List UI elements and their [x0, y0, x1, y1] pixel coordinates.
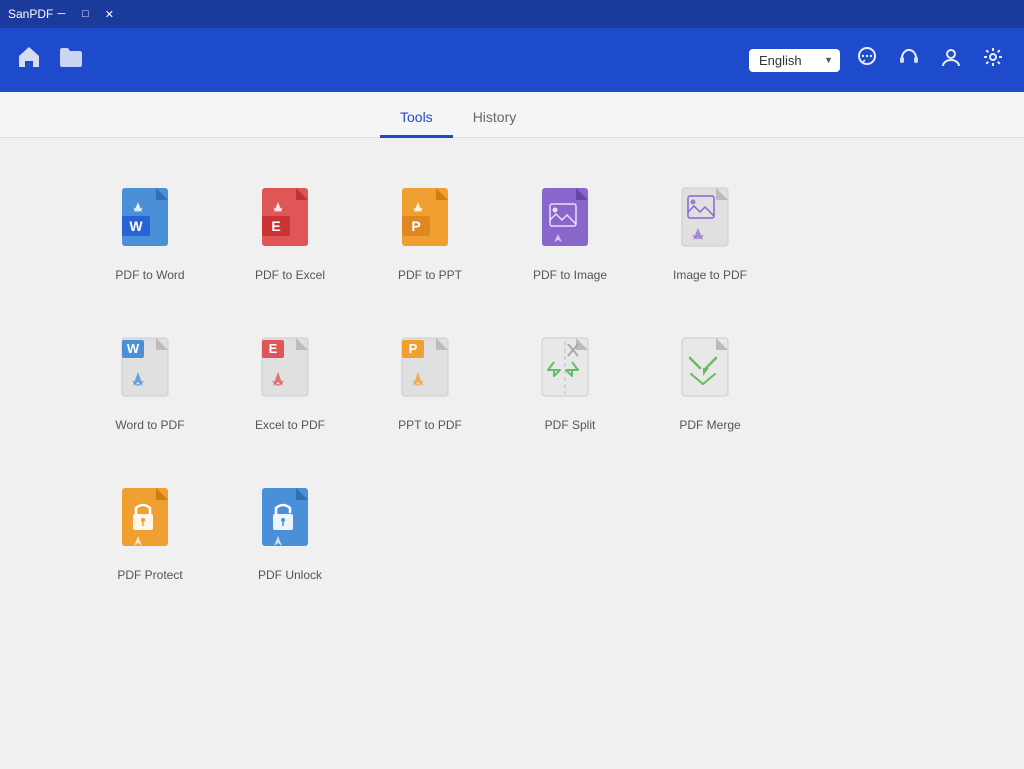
pdf-to-excel-icon: E — [254, 184, 326, 268]
settings-icon[interactable] — [978, 42, 1008, 78]
tools-grid: W PDF to Word E — [80, 168, 944, 618]
tool-pdf-unlock[interactable]: PDF Unlock — [220, 468, 360, 598]
tool-pdf-to-excel[interactable]: E PDF to Excel — [220, 168, 360, 298]
language-dropdown[interactable]: English Chinese Japanese — [749, 49, 840, 72]
tool-image-to-pdf[interactable]: Image to PDF — [640, 168, 780, 298]
word-to-pdf-label: Word to PDF — [115, 418, 184, 432]
tool-pdf-to-word[interactable]: W PDF to Word — [80, 168, 220, 298]
tab-tools[interactable]: Tools — [380, 99, 453, 138]
tool-pdf-split[interactable]: PDF Split — [500, 318, 640, 448]
tabs-bar: Tools History — [0, 92, 1024, 138]
pdf-split-icon — [534, 334, 606, 418]
tools-row-1: W Word to PDF E — [80, 318, 944, 448]
home-icon[interactable] — [16, 44, 42, 76]
image-to-pdf-label: Image to PDF — [673, 268, 747, 282]
svg-text:E: E — [271, 218, 280, 234]
main-content: W PDF to Word E — [0, 138, 1024, 769]
window-controls: ─ □ ✕ — [53, 6, 117, 22]
ppt-to-pdf-label: PPT to PDF — [398, 418, 462, 432]
tool-pdf-to-image[interactable]: PDF to Image — [500, 168, 640, 298]
close-button[interactable]: ✕ — [101, 6, 117, 22]
pdf-unlock-label: PDF Unlock — [258, 568, 322, 582]
pdf-merge-label: PDF Merge — [679, 418, 740, 432]
pdf-merge-icon — [674, 334, 746, 418]
pdf-to-image-icon — [534, 184, 606, 268]
pdf-to-ppt-icon: P — [394, 184, 466, 268]
user-icon[interactable] — [936, 42, 966, 78]
word-to-pdf-icon: W — [114, 334, 186, 418]
headset-icon[interactable] — [894, 42, 924, 78]
pdf-protect-icon — [114, 484, 186, 568]
svg-text:E: E — [269, 341, 278, 356]
tools-row-2: PDF Protect — [80, 468, 944, 598]
tool-ppt-to-pdf[interactable]: P PPT to PDF — [360, 318, 500, 448]
maximize-button[interactable]: □ — [77, 6, 93, 22]
pdf-to-excel-label: PDF to Excel — [255, 268, 325, 282]
pdf-to-word-icon: W — [114, 184, 186, 268]
chat-icon[interactable] — [852, 42, 882, 78]
header-right: English Chinese Japanese — [749, 42, 1008, 78]
tool-pdf-merge[interactable]: PDF Merge — [640, 318, 780, 448]
titlebar-title: SanPDF — [8, 7, 53, 21]
tool-pdf-to-ppt[interactable]: P PDF to PPT — [360, 168, 500, 298]
tool-word-to-pdf[interactable]: W Word to PDF — [80, 318, 220, 448]
svg-text:P: P — [411, 218, 420, 234]
header-left — [16, 44, 749, 76]
tool-pdf-protect[interactable]: PDF Protect — [80, 468, 220, 598]
minimize-button[interactable]: ─ — [53, 6, 69, 22]
pdf-protect-label: PDF Protect — [117, 568, 182, 582]
excel-to-pdf-label: Excel to PDF — [255, 418, 325, 432]
tool-excel-to-pdf[interactable]: E Excel to PDF — [220, 318, 360, 448]
folder-icon[interactable] — [58, 45, 84, 75]
svg-text:W: W — [127, 341, 140, 356]
pdf-split-label: PDF Split — [545, 418, 596, 432]
titlebar: SanPDF ─ □ ✕ — [0, 0, 1024, 28]
svg-text:W: W — [129, 218, 143, 234]
tools-row-0: W PDF to Word E — [80, 168, 944, 298]
ppt-to-pdf-icon: P — [394, 334, 466, 418]
pdf-to-image-label: PDF to Image — [533, 268, 607, 282]
header: English Chinese Japanese — [0, 28, 1024, 92]
svg-text:P: P — [409, 341, 418, 356]
image-to-pdf-icon — [674, 184, 746, 268]
pdf-to-ppt-label: PDF to PPT — [398, 268, 462, 282]
language-selector[interactable]: English Chinese Japanese — [749, 49, 840, 72]
tab-history[interactable]: History — [453, 99, 537, 138]
pdf-unlock-icon — [254, 484, 326, 568]
excel-to-pdf-icon: E — [254, 334, 326, 418]
pdf-to-word-label: PDF to Word — [115, 268, 184, 282]
